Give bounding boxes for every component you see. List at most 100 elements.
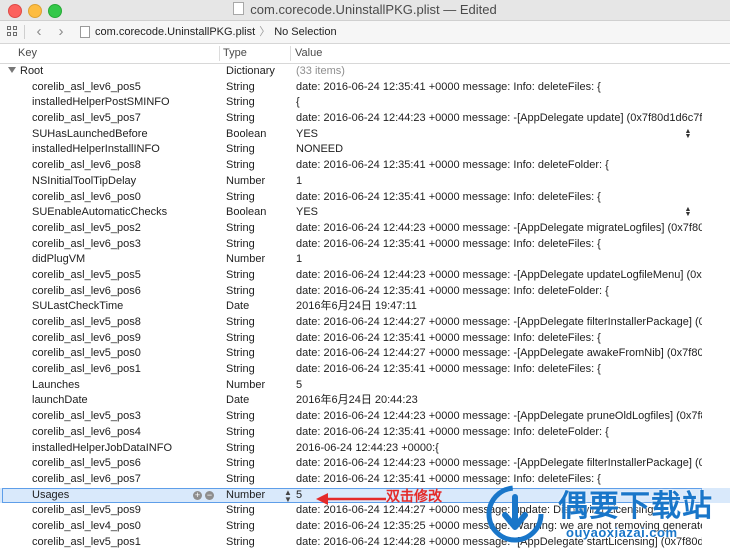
value-cell[interactable]: date: 2016-06-24 12:35:41 +0000 message:… <box>296 425 702 441</box>
table-row[interactable]: corelib_asl_lev5_pos0 String date: 2016-06… <box>0 346 730 362</box>
type-cell[interactable]: String <box>226 456 290 472</box>
type-cell[interactable]: String <box>226 268 290 284</box>
table-row[interactable]: corelib_asl_lev6_pos5 String date: 2016-06… <box>0 80 730 96</box>
table-row[interactable]: corelib_asl_lev6_pos6 String date: 2016-06… <box>0 284 730 300</box>
value-cell[interactable]: 5 <box>296 378 702 394</box>
key-cell[interactable]: corelib_asl_lev5_pos1 <box>32 535 218 551</box>
value-cell[interactable]: NONEED <box>296 142 702 158</box>
value-cell[interactable]: date: 2016-06-24 12:35:41 +0000 message:… <box>296 362 702 378</box>
value-cell[interactable]: date: 2016-06-24 12:35:41 +0000 message:… <box>296 80 702 96</box>
type-cell[interactable]: Number <box>226 488 290 504</box>
breadcrumb-selection[interactable]: No Selection <box>274 26 336 38</box>
value-cell[interactable]: date: 2016-06-24 12:44:23 +0000 message:… <box>296 268 702 284</box>
table-row[interactable]: corelib_asl_lev5_pos6 String date: 2016-06… <box>0 456 730 472</box>
table-row[interactable]: didPlugVM Number 1 <box>0 252 730 268</box>
key-cell[interactable]: didPlugVM <box>32 252 218 268</box>
key-cell[interactable]: corelib_asl_lev6_pos7 <box>32 472 218 488</box>
table-row[interactable]: corelib_asl_lev6_pos7 String date: 2016-06… <box>0 472 730 488</box>
table-row[interactable]: corelib_asl_lev5_pos3 String date: 2016-06… <box>0 409 730 425</box>
value-cell[interactable]: date: 2016-06-24 12:35:41 +0000 message:… <box>296 158 702 174</box>
type-cell[interactable]: String <box>226 519 290 535</box>
type-cell[interactable]: String <box>226 472 290 488</box>
type-cell[interactable]: Number <box>226 174 290 190</box>
forward-chevron-icon[interactable]: › <box>52 23 70 41</box>
value-cell[interactable]: { <box>296 95 702 111</box>
value-cell[interactable]: date: 2016-06-24 12:35:41 +0000 message:… <box>296 284 702 300</box>
key-cell[interactable]: Usages <box>32 488 218 504</box>
key-cell[interactable]: corelib_asl_lev5_pos2 <box>32 221 218 237</box>
type-cell[interactable]: Number <box>226 378 290 394</box>
key-cell[interactable]: corelib_asl_lev6_pos1 <box>32 362 218 378</box>
value-cell[interactable]: date: 2016-06-24 12:44:23 +0000 message:… <box>296 409 702 425</box>
type-cell[interactable]: String <box>226 190 290 206</box>
table-row[interactable]: corelib_asl_lev5_pos5 String date: 2016-06… <box>0 268 730 284</box>
value-cell[interactable]: 2016年6月24日 20:44:23 <box>296 393 702 409</box>
table-row[interactable]: corelib_asl_lev6_pos8 String date: 2016-06… <box>0 158 730 174</box>
column-header-type[interactable]: Type <box>223 44 247 63</box>
value-cell[interactable]: 1 <box>296 252 702 268</box>
type-cell[interactable]: String <box>226 346 290 362</box>
key-cell[interactable]: launchDate <box>32 393 218 409</box>
table-row[interactable]: SULastCheckTime Date 2016年6月24日 19:47:11 <box>0 299 730 315</box>
key-cell[interactable]: corelib_asl_lev5_pos8 <box>32 315 218 331</box>
key-cell[interactable]: corelib_asl_lev6_pos6 <box>32 284 218 300</box>
key-cell[interactable]: corelib_asl_lev4_pos0 <box>32 519 218 535</box>
type-cell[interactable]: String <box>226 237 290 253</box>
value-cell[interactable]: 1 <box>296 174 702 190</box>
value-cell[interactable]: YES <box>296 205 702 221</box>
column-header-key[interactable]: Key <box>18 44 37 63</box>
type-cell[interactable]: String <box>226 503 290 519</box>
value-cell[interactable]: date: 2016-06-24 12:35:41 +0000 message:… <box>296 237 702 253</box>
column-header-value[interactable]: Value <box>295 44 322 63</box>
table-row[interactable]: SUEnableAutomaticChecks Boolean YES ▲ ▼ <box>0 205 730 221</box>
table-row[interactable]: corelib_asl_lev6_pos1 String date: 2016-06… <box>0 362 730 378</box>
table-row[interactable]: corelib_asl_lev5_pos2 String date: 2016-06… <box>0 221 730 237</box>
root-row[interactable]: Root Dictionary (33 items) <box>0 64 730 80</box>
type-cell[interactable]: String <box>226 362 290 378</box>
value-cell[interactable]: 2016年6月24日 19:47:11 <box>296 299 702 315</box>
type-cell[interactable]: String <box>226 95 290 111</box>
type-cell[interactable]: String <box>226 409 290 425</box>
table-row[interactable]: installedHelperJobDataINFO String 2016-06-… <box>0 441 730 457</box>
type-cell[interactable]: Boolean <box>226 127 290 143</box>
remove-item-icon[interactable]: − <box>205 490 214 500</box>
key-cell[interactable]: Launches <box>32 378 218 394</box>
key-cell[interactable]: installedHelperInstallINFO <box>32 142 218 158</box>
type-popup-icon[interactable]: ▲ ▼ <box>284 488 292 503</box>
key-cell[interactable]: corelib_asl_lev6_pos8 <box>32 158 218 174</box>
key-cell[interactable]: corelib_asl_lev6_pos3 <box>32 237 218 253</box>
key-cell[interactable]: corelib_asl_lev6_pos9 <box>32 331 218 347</box>
value-cell[interactable]: date: 2016-06-24 12:44:27 +0000 message:… <box>296 346 702 362</box>
key-cell[interactable]: installedHelperPostSMINFO <box>32 95 218 111</box>
boolean-popup-icon[interactable]: ▲ ▼ <box>684 128 692 140</box>
key-cell[interactable]: corelib_asl_lev5_pos0 <box>32 346 218 362</box>
type-cell[interactable]: String <box>226 315 290 331</box>
back-chevron-icon[interactable]: ‹ <box>30 23 48 41</box>
type-cell[interactable]: Number <box>226 252 290 268</box>
key-cell[interactable]: corelib_asl_lev6_pos0 <box>32 190 218 206</box>
value-cell[interactable]: date: 2016-06-24 12:44:23 +0000 message:… <box>296 221 702 237</box>
disclosure-triangle-icon[interactable] <box>8 67 16 73</box>
value-cell[interactable]: 2016-06-24 12:44:23 +0000:{ <box>296 441 702 457</box>
type-cell[interactable]: String <box>226 284 290 300</box>
value-cell[interactable]: date: 2016-06-24 12:35:41 +0000 message:… <box>296 331 702 347</box>
type-cell[interactable]: String <box>226 331 290 347</box>
table-row[interactable]: installedHelperPostSMINFO String { <box>0 95 730 111</box>
type-cell[interactable]: String <box>226 80 290 96</box>
type-cell[interactable]: Date <box>226 393 290 409</box>
key-cell[interactable]: corelib_asl_lev5_pos6 <box>32 456 218 472</box>
boolean-popup-icon[interactable]: ▲ ▼ <box>684 206 692 218</box>
key-cell[interactable]: corelib_asl_lev5_pos3 <box>32 409 218 425</box>
value-cell[interactable]: YES <box>296 127 702 143</box>
key-cell[interactable]: corelib_asl_lev5_pos9 <box>32 503 218 519</box>
column-divider[interactable] <box>219 46 220 61</box>
value-cell[interactable]: date: 2016-06-24 12:35:41 +0000 message:… <box>296 190 702 206</box>
key-cell[interactable]: corelib_asl_lev6_pos4 <box>32 425 218 441</box>
type-cell[interactable]: String <box>226 158 290 174</box>
type-cell[interactable]: String <box>226 441 290 457</box>
key-cell[interactable]: corelib_asl_lev5_pos7 <box>32 111 218 127</box>
key-cell[interactable]: NSInitialToolTipDelay <box>32 174 218 190</box>
type-cell[interactable]: String <box>226 111 290 127</box>
table-row[interactable]: NSInitialToolTipDelay Number 1 <box>0 174 730 190</box>
key-cell[interactable]: corelib_asl_lev6_pos5 <box>32 80 218 96</box>
